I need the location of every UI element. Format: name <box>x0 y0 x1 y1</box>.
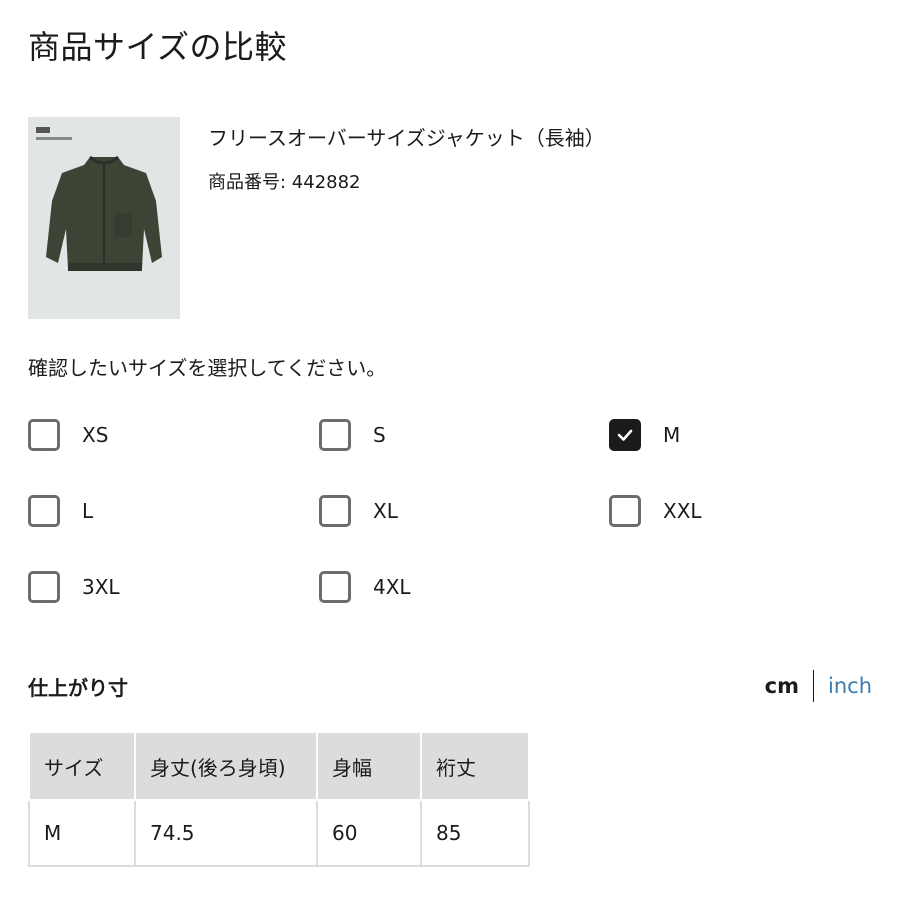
column-header: 身丈(後ろ身頃) <box>134 731 318 801</box>
size-select-prompt: 確認したいサイズを選択してください。 <box>28 356 387 380</box>
product-image <box>28 117 180 319</box>
checkbox[interactable] <box>28 571 60 603</box>
size-label: XXL <box>663 499 702 523</box>
table-cell: M <box>28 799 136 867</box>
unit-switch: cm inch <box>765 670 872 702</box>
check-icon <box>617 429 633 441</box>
column-header: 身幅 <box>316 731 422 801</box>
size-option-m[interactable]: M <box>609 417 680 453</box>
table-cell: 85 <box>420 799 530 867</box>
checkbox[interactable] <box>319 495 351 527</box>
checkbox[interactable] <box>28 495 60 527</box>
size-label: L <box>82 499 94 523</box>
measurements-table: サイズ 身丈(後ろ身頃) 身幅 裄丈 M 74.5 60 85 <box>28 731 530 867</box>
page-title: 商品サイズの比較 <box>28 28 288 66</box>
checkbox[interactable] <box>28 419 60 451</box>
checkbox[interactable] <box>319 419 351 451</box>
size-label: XS <box>82 423 109 447</box>
size-option-xl[interactable]: XL <box>319 493 398 529</box>
size-label: XL <box>373 499 398 523</box>
unit-cm-toggle[interactable]: cm <box>765 674 799 698</box>
product-name: フリースオーバーサイズジャケット（長袖） <box>208 126 605 150</box>
checkbox[interactable] <box>319 571 351 603</box>
size-label: 4XL <box>373 575 411 599</box>
checkbox-checked[interactable] <box>609 419 641 451</box>
size-option-xxl[interactable]: XXL <box>609 493 702 529</box>
size-label: M <box>663 423 681 447</box>
checkbox[interactable] <box>609 495 641 527</box>
jacket-illustration <box>46 155 162 271</box>
size-label: S <box>373 423 386 447</box>
size-option-xs[interactable]: XS <box>28 417 108 453</box>
table-cell: 74.5 <box>134 799 318 867</box>
table-row: M 74.5 60 85 <box>28 799 530 867</box>
size-label: 3XL <box>82 575 120 599</box>
unit-inch-toggle[interactable]: inch <box>828 674 872 698</box>
table-header-row: サイズ 身丈(後ろ身頃) 身幅 裄丈 <box>28 731 530 801</box>
size-option-4xl[interactable]: 4XL <box>319 569 411 605</box>
column-header: 裄丈 <box>420 731 530 801</box>
size-option-s[interactable]: S <box>319 417 386 453</box>
product-number: 商品番号: 442882 <box>208 172 361 193</box>
size-option-l[interactable]: L <box>28 493 93 529</box>
column-header: サイズ <box>28 731 136 801</box>
unit-divider <box>813 670 814 702</box>
size-option-3xl[interactable]: 3XL <box>28 569 120 605</box>
measurements-title: 仕上がり寸 <box>28 676 128 700</box>
table-cell: 60 <box>316 799 422 867</box>
